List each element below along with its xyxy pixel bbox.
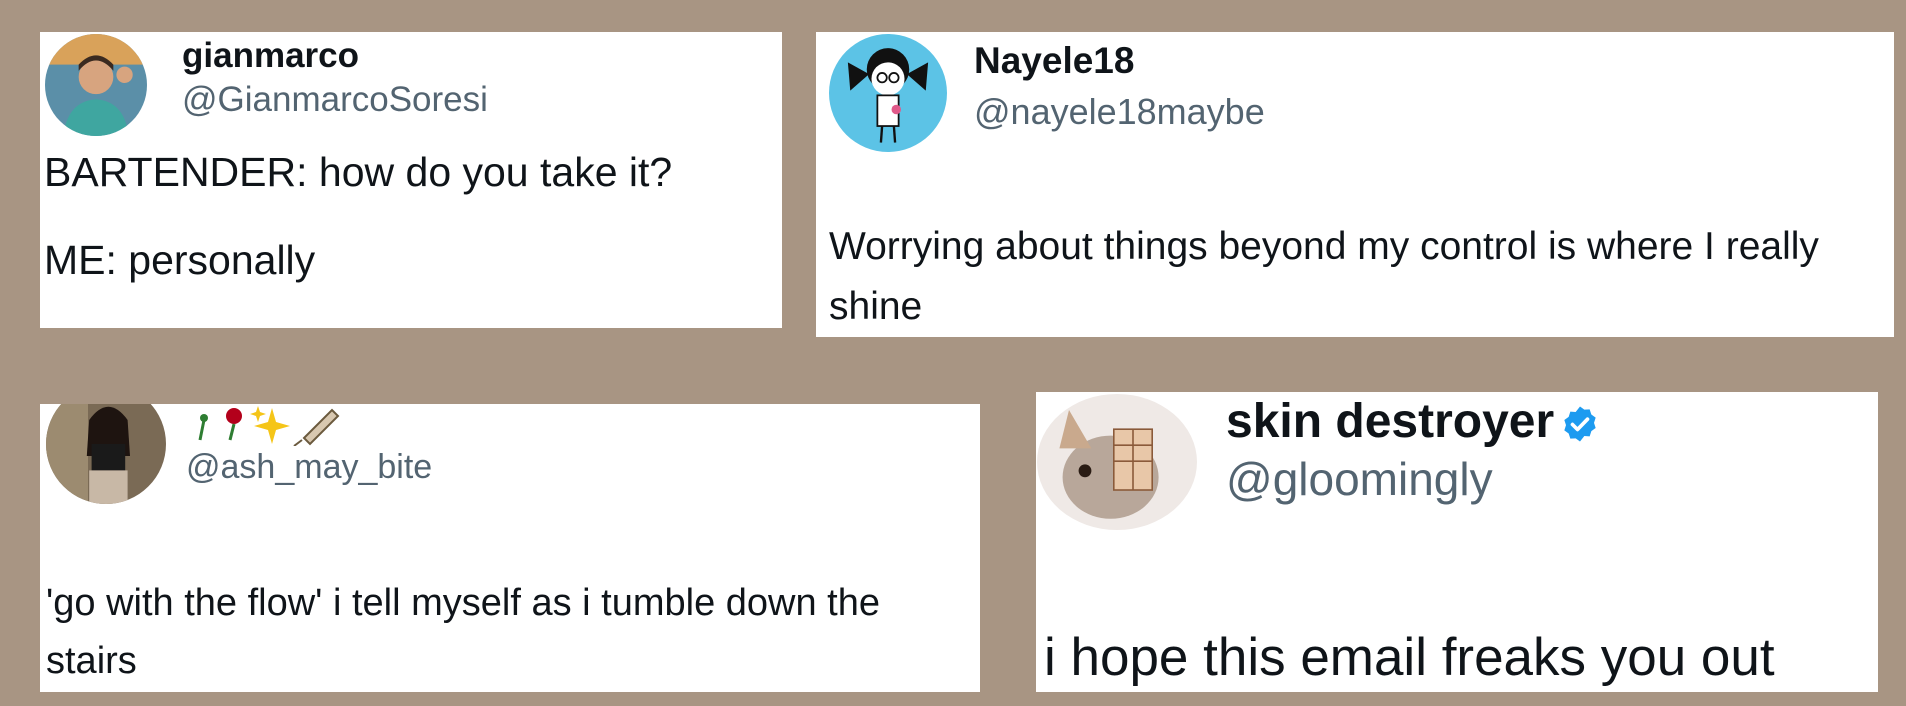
handle[interactable]: @GianmarcoSoresi (182, 82, 488, 117)
avatar-gianmarco-image (45, 34, 147, 136)
syringe-icon (293, 408, 340, 446)
tweet-card-gianmarco: gianmarco @GianmarcoSoresi BARTENDER: ho… (40, 32, 782, 328)
rose-icon (198, 408, 242, 441)
avatar-ash-may-bite[interactable] (46, 404, 166, 504)
display-name[interactable]: Nayele18 (974, 42, 1134, 79)
handle[interactable]: @ash_may_bite (186, 450, 432, 484)
display-name[interactable]: gianmarco (182, 38, 359, 73)
display-name-text: skin destroyer (1226, 395, 1555, 448)
avatar-skin-destroyer-image (1037, 394, 1197, 530)
tweet-text: i hope this email freaks you out (1044, 628, 1775, 687)
tweet-card-skin-destroyer: skin destroyer @gloomingly i hope this e… (1036, 392, 1878, 692)
avatar-nayele18[interactable] (829, 34, 947, 152)
tweet-text: Worrying about things beyond my control … (829, 225, 1819, 328)
handle[interactable]: @gloomingly (1226, 456, 1493, 502)
name-emojis (186, 404, 346, 446)
sparkles-icon (250, 406, 290, 444)
avatar-ash-may-bite-image (46, 404, 166, 504)
tweet-text: 'go with the flow' i tell myself as i tu… (46, 582, 880, 682)
avatar-gianmarco[interactable] (45, 34, 147, 136)
tweet-text: BARTENDER: how do you take it? ME: perso… (44, 149, 673, 283)
display-name[interactable]: skin destroyer (1226, 398, 1600, 446)
verified-badge-icon (1560, 404, 1600, 444)
tweet-card-nayele18: Nayele18 @nayele18maybe Worrying about t… (816, 32, 1894, 337)
tweet-card-ash-may-bite: @ash_may_bite 'go with the flow' i tell … (40, 404, 980, 692)
avatar-nayele18-image (829, 34, 947, 152)
handle[interactable]: @nayele18maybe (974, 94, 1265, 130)
avatar-skin-destroyer[interactable] (1037, 394, 1197, 530)
